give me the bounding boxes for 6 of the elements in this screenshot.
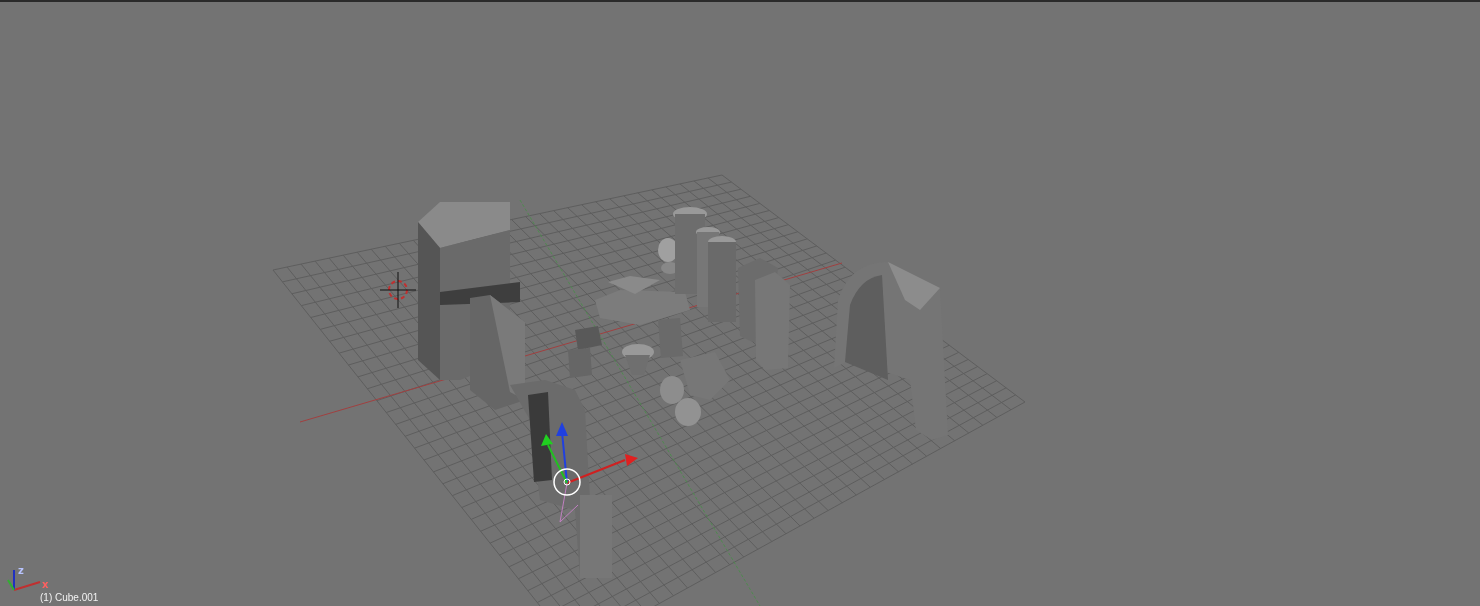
active-object-label: (1) Cube.001 <box>40 592 99 603</box>
axis-label: z <box>18 565 24 576</box>
3d-viewport[interactable]: z x (1) Cube.001 <box>0 0 1480 606</box>
transform-gizmo[interactable] <box>541 422 638 523</box>
axis-label: x <box>42 579 49 590</box>
axis-orientation-icon <box>7 569 41 591</box>
